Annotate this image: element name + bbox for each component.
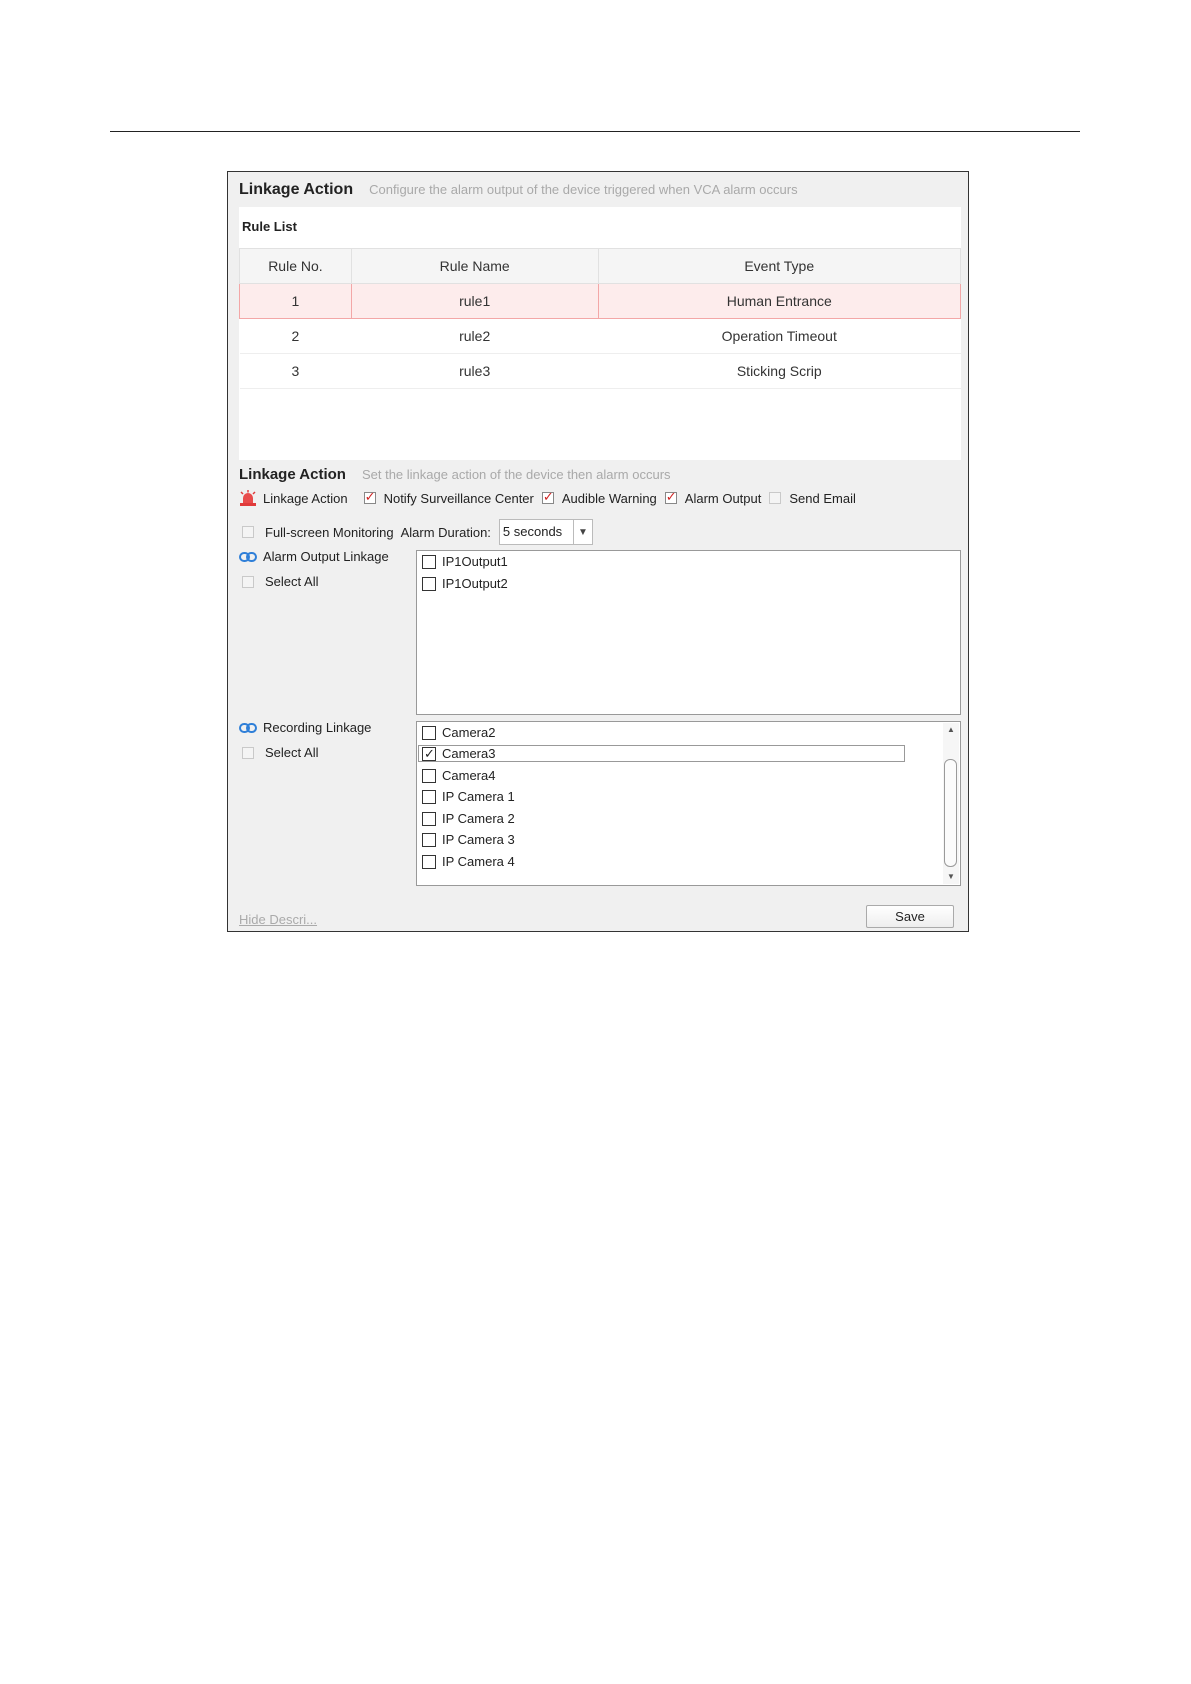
scroll-down-arrow-icon[interactable]: ▼ [943, 870, 959, 884]
list-item[interactable]: IP1Output2 [422, 576, 508, 591]
ip-camera-2-checkbox[interactable] [422, 811, 436, 826]
scrollbar-thumb[interactable] [944, 759, 957, 867]
page-header-rule [110, 131, 1080, 132]
audible-warning-checkbox[interactable] [541, 489, 554, 505]
panel-title: Linkage Action [239, 181, 354, 198]
rule-list-title: Rule List [242, 219, 297, 234]
link-icon [239, 722, 257, 733]
alarm-duration-select[interactable]: 5 seconds ▼ [498, 519, 593, 545]
event-type-cell: Operation Timeout [598, 318, 961, 354]
list-item[interactable]: IP Camera 3 [422, 832, 515, 847]
list-item-label: IP Camera 4 [442, 854, 515, 869]
list-item-label: IP Camera 2 [442, 811, 515, 826]
alarm-output-checkbox[interactable] [664, 489, 677, 505]
chevron-down-icon[interactable]: ▼ [572, 520, 592, 544]
fullscreen-row: Full-screen Monitoring Alarm Duration: 5… [239, 519, 593, 545]
list-item[interactable]: IP Camera 1 [422, 789, 515, 804]
link-icon [239, 551, 257, 562]
ip-camera-4-checkbox[interactable] [422, 854, 436, 869]
notify-surveillance-center-label: Notify Surveillance Center [383, 490, 534, 506]
column-header-event-type[interactable]: Event Type [597, 248, 961, 284]
list-item-label: Camera3 [442, 746, 496, 761]
linkage-section-header: Linkage Action Set the linkage action of … [239, 466, 671, 484]
rule-list-box: Rule List Rule No. Rule Name Event Type … [239, 207, 961, 460]
rule-no-cell: 1 [239, 283, 352, 319]
recording-select-all-checkbox[interactable] [242, 746, 254, 759]
alarm-output-linkage-label: Alarm Output Linkage [263, 549, 389, 564]
fullscreen-monitoring-checkbox[interactable] [242, 526, 254, 538]
list-item-label: IP1Output2 [442, 576, 508, 591]
recording-camera-list[interactable]: Camera2 Camera3 Camera4 IP Camera 1 IP C… [416, 721, 961, 886]
recording-linkage-label: Recording Linkage [263, 720, 372, 735]
panel-header: Linkage Action Configure the alarm output… [239, 181, 798, 199]
list-item[interactable]: Camera4 [422, 768, 495, 783]
linkage-action-panel: Linkage Action Configure the alarm output… [227, 171, 969, 932]
event-type-cell: Sticking Scrip [598, 353, 961, 389]
linkage-action-label: Linkage Action [263, 490, 348, 506]
recording-select-all-label: Select All [265, 745, 319, 760]
hide-description-link[interactable]: Hide Descri... [239, 912, 317, 927]
rule-name-cell: rule1 [350, 283, 599, 319]
panel-description: Configure the alarm output of the device… [369, 182, 798, 197]
camera2-checkbox[interactable] [422, 725, 436, 740]
alarm-output-select-all-checkbox[interactable] [242, 575, 254, 588]
list-item-label: IP Camera 3 [442, 832, 515, 847]
notify-surveillance-center-checkbox[interactable] [363, 489, 376, 505]
send-email-label: Send Email [789, 490, 856, 506]
list-item[interactable]: IP Camera 4 [422, 854, 515, 869]
event-type-cell: Human Entrance [597, 283, 961, 319]
vertical-scrollbar[interactable]: ▲ ▼ [943, 723, 959, 884]
list-item-label: Camera4 [442, 768, 496, 783]
send-email-checkbox[interactable] [769, 492, 782, 504]
camera3-checkbox[interactable] [422, 746, 436, 762]
table-row[interactable]: 3 rule3 Sticking Scrip [239, 353, 961, 389]
recording-linkage-header: Recording Linkage [239, 720, 371, 735]
ip1output1-checkbox[interactable] [422, 554, 436, 569]
save-button[interactable]: Save [866, 905, 954, 928]
alarm-output-label: Alarm Output [684, 490, 762, 506]
scroll-up-arrow-icon[interactable]: ▲ [943, 723, 959, 737]
alarm-siren-icon [240, 490, 256, 506]
list-item[interactable]: Camera3 [418, 745, 905, 762]
ip1output2-checkbox[interactable] [422, 576, 436, 591]
table-header-row: Rule No. Rule Name Event Type [239, 248, 961, 284]
list-item[interactable]: Camera2 [422, 725, 495, 740]
rule-no-cell: 3 [239, 353, 352, 389]
table-row[interactable]: 2 rule2 Operation Timeout [239, 318, 961, 354]
alarm-output-linkage-header: Alarm Output Linkage [239, 549, 389, 564]
alarm-duration-value: 5 seconds [502, 524, 563, 539]
linkage-section-description: Set the linkage action of the device the… [361, 467, 671, 482]
list-item-label: Camera2 [442, 725, 496, 740]
alarm-output-select-all-label: Select All [265, 574, 319, 589]
rule-name-cell: rule2 [351, 318, 598, 354]
recording-select-all-row: Select All [239, 745, 318, 760]
column-header-rule-name[interactable]: Rule Name [350, 248, 599, 284]
list-item-label: IP1Output1 [442, 554, 508, 569]
rule-name-cell: rule3 [351, 353, 598, 389]
alarm-duration-label: Alarm Duration: [400, 524, 491, 540]
rule-no-cell: 2 [239, 318, 352, 354]
camera4-checkbox[interactable] [422, 768, 436, 783]
audible-warning-label: Audible Warning [561, 490, 657, 506]
rule-table: Rule No. Rule Name Event Type 1 rule1 Hu… [239, 248, 961, 389]
alarm-output-list[interactable]: IP1Output1 IP1Output2 [416, 550, 961, 715]
list-item[interactable]: IP Camera 2 [422, 811, 515, 826]
list-item-label: IP Camera 1 [442, 789, 515, 804]
fullscreen-monitoring-label: Full-screen Monitoring [265, 524, 394, 540]
list-item[interactable]: IP1Output1 [422, 554, 508, 569]
linkage-action-row: Linkage Action Notify Surveillance Cente… [239, 489, 856, 506]
column-header-rule-no[interactable]: Rule No. [239, 248, 352, 284]
ip-camera-1-checkbox[interactable] [422, 789, 436, 804]
alarm-output-select-all-row: Select All [239, 574, 318, 589]
ip-camera-3-checkbox[interactable] [422, 832, 436, 847]
linkage-section-title: Linkage Action [239, 466, 346, 483]
table-row[interactable]: 1 rule1 Human Entrance [239, 283, 961, 319]
